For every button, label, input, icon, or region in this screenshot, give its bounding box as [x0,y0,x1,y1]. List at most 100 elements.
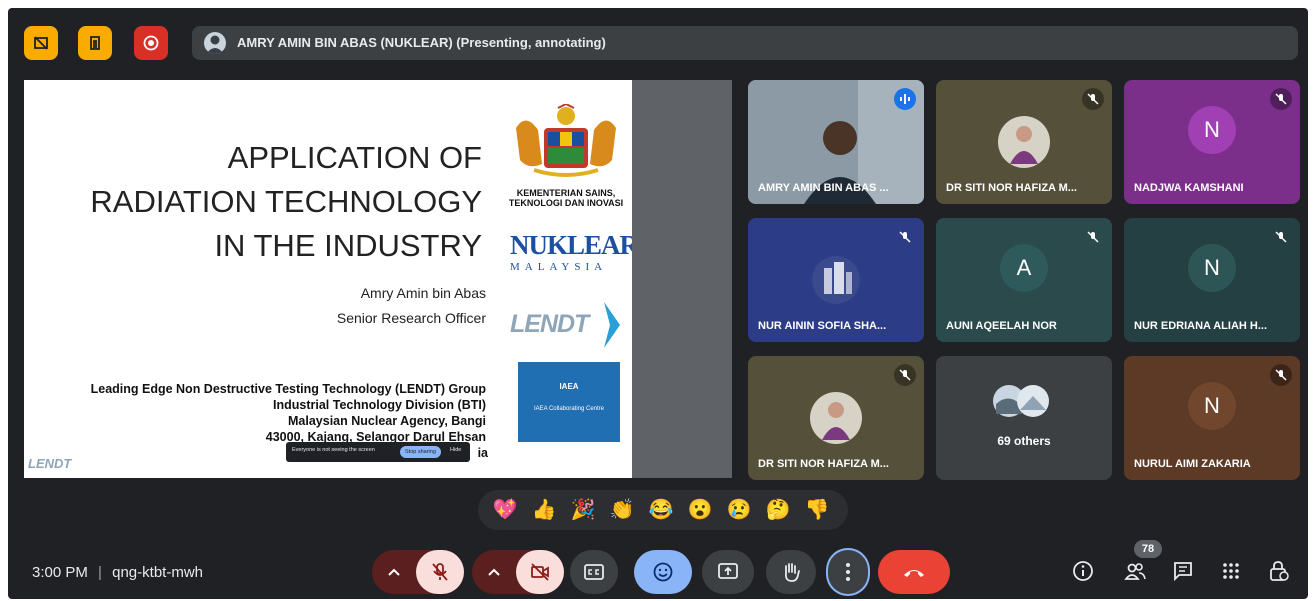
meeting-code: qng-ktbt-mwh [112,564,203,581]
chevron-up-icon[interactable] [388,568,400,576]
reaction-party[interactable]: 🎉 [570,497,596,523]
captions-button[interactable] [570,550,618,594]
lock-person-icon [1270,561,1289,581]
apps-grid-icon [1223,563,1239,579]
camera-control-group [472,550,564,594]
slide-title-line-2: RADIATION TECHNOLOGY [90,184,482,219]
camera-button[interactable] [516,550,564,594]
mic-off-icon [1087,93,1099,105]
participant-tile[interactable]: N NURUL AIMI ZAKARIA [1124,356,1300,480]
mic-off-icon [1275,231,1287,243]
presenter-bar: AMRY AMIN BIN ABAS (NUKLEAR) (Presenting… [192,26,1298,60]
slide-group-line-1: Leading Edge Non Destructive Testing Tec… [90,382,486,396]
others-avatars [993,385,1049,417]
mic-control-group [372,550,464,594]
presenter-avatar [204,32,226,54]
muted-indicator [1270,364,1292,386]
mic-off-icon [432,563,448,581]
reactions-bar: 💖 👍 🎉 👏 😂 😮 😢 🤔 👎 [478,490,848,530]
participant-initial: N [1188,244,1236,292]
reaction-thumbs-up[interactable]: 👍 [531,497,557,523]
others-tile[interactable]: 69 others [936,356,1112,480]
reaction-thumbs-down[interactable]: 👎 [804,497,830,523]
reaction-heart[interactable]: 💖 [492,497,518,523]
participant-tile[interactable]: N NADJWA KAMSHANI [1124,80,1300,204]
people-button[interactable] [1120,556,1150,586]
meet-window: AMRY AMIN BIN ABAS (NUKLEAR) (Presenting… [8,8,1308,599]
stop-annotating-button[interactable] [24,26,58,60]
slide-title-line-1: APPLICATION OF [227,140,482,175]
hand-icon [784,563,800,582]
participant-name: NURUL AIMI ZAKARIA [1134,458,1251,470]
participant-tile[interactable]: N NUR EDRIANA ALIAH H... [1124,218,1300,342]
slide-group-line-3: Malaysian Nuclear Agency, Bangi [288,414,486,428]
annotation-pen-button[interactable] [78,26,112,60]
lendt-logo-text: LENDT [510,310,589,338]
participant-name: DR SITI NOR HAFIZA M... [946,182,1077,194]
nuklear-logo-sub: MALAYSIA [510,261,608,273]
mic-off-icon [1275,93,1287,105]
participant-tile[interactable]: AMRY AMIN BIN ABAS ... [748,80,924,204]
muted-indicator [1082,226,1104,248]
muted-indicator [1082,88,1104,110]
present-icon [718,563,738,579]
participant-tile[interactable]: NUR AININ SOFIA SHA... [748,218,924,342]
mic-off-icon [1275,369,1287,381]
ministry-name-line-2: TEKNOLOGI DAN INOVASI [508,198,624,208]
pen-icon [90,36,100,50]
reaction-laugh[interactable]: 😂 [648,497,674,523]
end-call-button[interactable] [878,550,950,594]
lendt-small-logo: LENDT [28,456,88,476]
presenter-label: AMRY AMIN BIN ABAS (NUKLEAR) (Presenting… [237,35,606,50]
lendt-logo: LENDT [510,302,626,352]
reactions-button[interactable] [634,550,692,594]
raise-hand-button[interactable] [766,550,816,594]
slide-title-line-3: IN THE INDUSTRY [214,228,482,263]
muted-indicator [894,226,916,248]
nuklear-logo-text: NUKLEAR [510,230,632,260]
host-controls-button[interactable] [1264,556,1294,586]
clock-time: 3:00 PM [32,564,88,581]
participant-tile[interactable]: DR SITI NOR HAFIZA M... [936,80,1112,204]
stop-sharing-button[interactable]: Stop sharing [400,446,441,458]
recording-button[interactable] [134,26,168,60]
annotation-off-icon [34,36,48,50]
muted-indicator [1270,88,1292,110]
participant-name: DR SITI NOR HAFIZA M... [758,458,889,470]
speaking-indicator [894,88,916,110]
iaea-certificate: IAEA IAEA Collaborating Centre [518,362,620,442]
participant-tile[interactable]: DR SITI NOR HAFIZA M... [748,356,924,480]
slide-letterbox [632,80,732,478]
slide-presenter-role: Senior Research Officer [336,310,486,326]
chevron-up-icon[interactable] [488,568,500,576]
meeting-details-button[interactable] [1068,556,1098,586]
microphone-button[interactable] [416,550,464,594]
participant-name: NADJWA KAMSHANI [1134,182,1244,194]
more-options-button[interactable] [828,550,868,594]
mic-off-icon [1087,231,1099,243]
ministry-name-line-1: KEMENTERIAN SAINS, [516,188,616,198]
reaction-thinking[interactable]: 🤔 [765,497,791,523]
camera-off-icon [531,563,549,581]
hang-up-icon [904,570,924,577]
slide-presenter-name: Amry Amin bin Abas [360,285,486,301]
participant-name: AMRY AMIN BIN ABAS ... [758,182,889,194]
participant-name: AUNI AQEELAH NOR [946,320,1057,332]
chat-button[interactable] [1168,556,1198,586]
toast-hide-button[interactable]: Hide [450,447,461,453]
present-screen-button[interactable] [702,550,754,594]
reaction-surprised[interactable]: 😮 [687,497,713,523]
participant-tile[interactable]: A AUNI AQEELAH NOR [936,218,1112,342]
mic-off-icon [899,231,911,243]
participant-initial: A [1000,244,1048,292]
activities-button[interactable] [1216,556,1246,586]
info-icon [1073,561,1093,581]
reaction-sad[interactable]: 😢 [726,497,752,523]
toast-message: Everyone is not seeing the screen [292,447,375,453]
reaction-clap[interactable]: 👏 [609,497,635,523]
participant-name: NUR AININ SOFIA SHA... [758,320,887,332]
ministry-crest-logo: KEMENTERIAN SAINS, TEKNOLOGI DAN INOVASI [508,102,624,208]
closed-captions-icon [584,564,604,580]
others-count: 69 others [997,434,1051,448]
participant-initial: N [1188,382,1236,430]
